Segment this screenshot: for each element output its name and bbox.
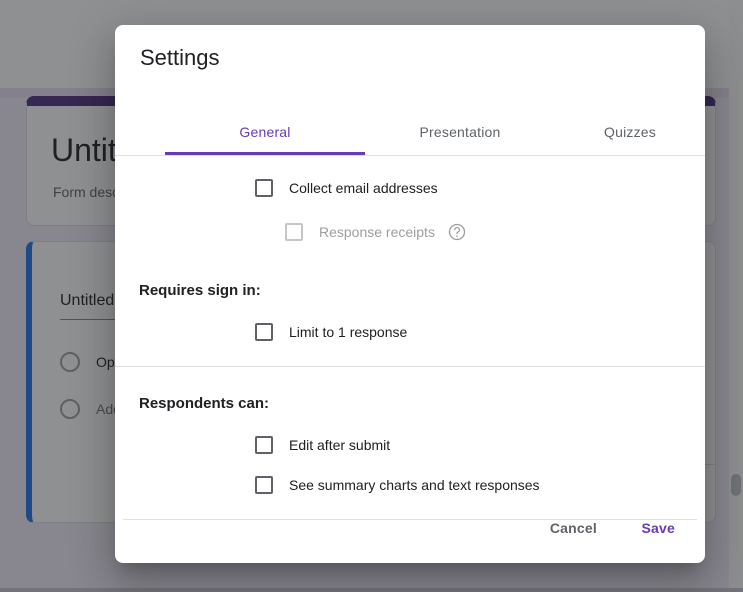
save-button[interactable]: Save — [634, 511, 684, 545]
dialog-title: Settings — [140, 45, 220, 70]
dialog-footer: Cancel Save — [115, 493, 705, 563]
setting-response-receipts-label: Response receipts — [319, 224, 435, 240]
checkbox-edit-after-submit[interactable] — [255, 436, 273, 454]
setting-collect-email-label: Collect email addresses — [289, 180, 438, 196]
section-heading-requires-sign-in: Requires sign in: — [139, 282, 261, 299]
active-tab-indicator — [165, 152, 365, 155]
setting-see-summary-label: See summary charts and text responses — [289, 477, 540, 493]
setting-edit-after-submit-label: Edit after submit — [289, 437, 391, 453]
tab-presentation[interactable]: Presentation — [365, 108, 555, 155]
help-circle-icon[interactable] — [447, 222, 467, 242]
setting-edit-after-submit-row[interactable]: Edit after submit — [255, 436, 390, 454]
checkbox-see-summary[interactable] — [255, 476, 273, 494]
checkbox-collect-email[interactable] — [255, 179, 273, 197]
settings-dialog: Settings General Presentation Quizzes Co… — [115, 25, 705, 563]
cancel-button[interactable]: Cancel — [542, 511, 605, 545]
tab-quizzes[interactable]: Quizzes — [555, 108, 705, 155]
section-heading-respondents-can: Respondents can: — [139, 395, 270, 412]
setting-response-receipts-row: Response receipts — [285, 222, 467, 242]
tab-general[interactable]: General — [165, 108, 365, 155]
section-divider — [115, 366, 705, 367]
setting-see-summary-row[interactable]: See summary charts and text responses — [255, 476, 540, 494]
section-respondents-can: Respondents can: — [115, 395, 705, 412]
settings-tab-bar: General Presentation Quizzes — [115, 108, 705, 156]
setting-limit-response-label: Limit to 1 response — [289, 324, 408, 340]
checkbox-limit-response[interactable] — [255, 323, 273, 341]
setting-collect-email-row[interactable]: Collect email addresses — [255, 179, 438, 197]
section-requires-sign-in: Requires sign in: — [115, 282, 705, 299]
checkbox-response-receipts — [285, 223, 303, 241]
settings-general-panel: Collect email addresses Response receipt… — [115, 157, 705, 520]
setting-limit-response-row[interactable]: Limit to 1 response — [255, 323, 407, 341]
